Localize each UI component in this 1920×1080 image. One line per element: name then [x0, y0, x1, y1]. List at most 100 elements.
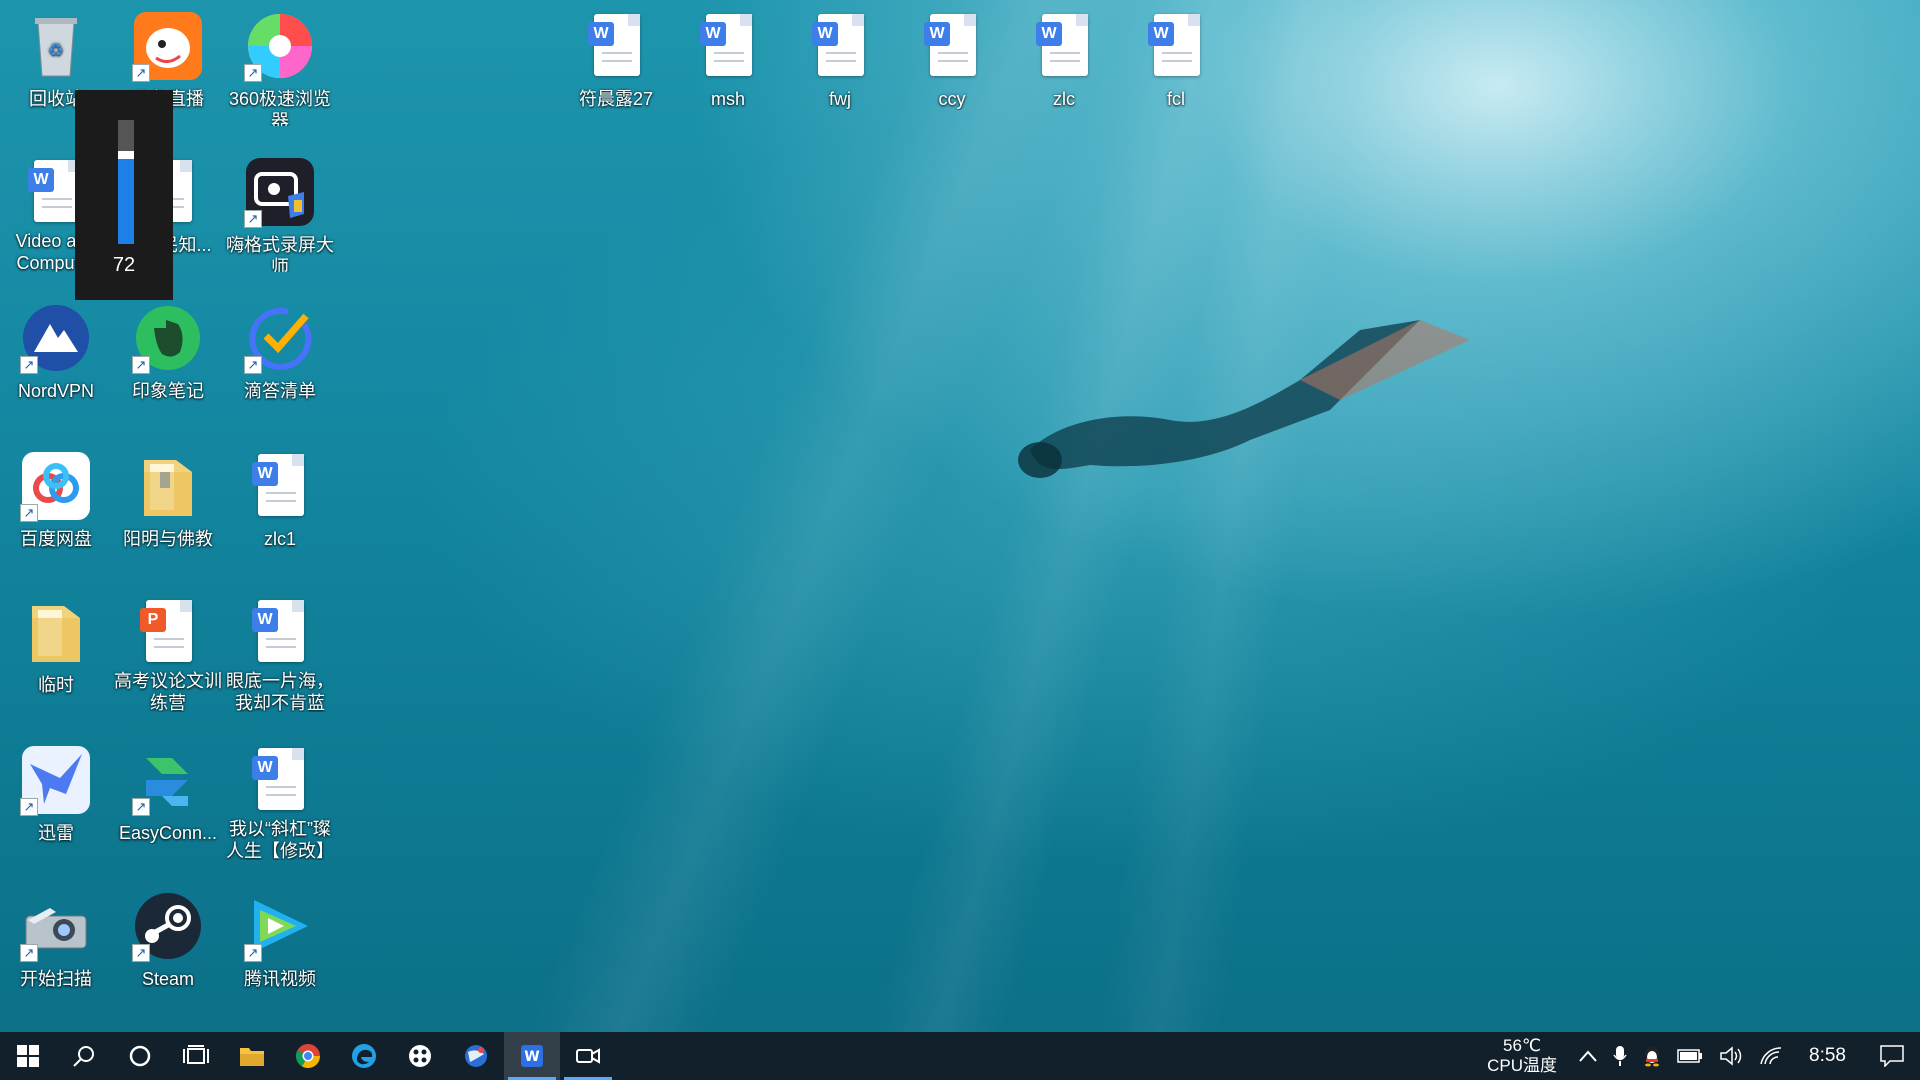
windows-logo-icon	[17, 1045, 39, 1067]
word-doc-icon: W	[804, 10, 876, 82]
clock[interactable]: 8:58	[1791, 1032, 1864, 1080]
word-doc-icon: W	[244, 450, 316, 522]
xunlei-icon: ↗	[20, 744, 92, 816]
icon-label: 印象笔记	[132, 381, 204, 401]
ticktick-icon: ↗	[244, 302, 316, 374]
icon-label: 腾讯视频	[244, 969, 316, 989]
icon-label: 迅雷	[38, 823, 74, 843]
chevron-up-icon	[1579, 1050, 1597, 1062]
desktop-icon-recorder[interactable]: ↗ 嗨格式录屏大师	[224, 152, 336, 272]
desktop-icon-easyconn[interactable]: ↗ EasyConn...	[112, 740, 224, 860]
word-doc-icon: W	[244, 596, 316, 664]
desktop-icon-scan[interactable]: ↗ 开始扫描	[0, 886, 112, 1006]
desktop-icon-fuchenlu[interactable]: W 符晨露27	[560, 6, 672, 126]
icon-label: EasyConn...	[118, 823, 218, 843]
show-hidden-icons-button[interactable]	[1571, 1032, 1605, 1080]
microphone-icon	[1613, 1045, 1627, 1067]
app-globe-icon	[464, 1044, 488, 1068]
task-view-button[interactable]	[168, 1032, 224, 1080]
desktop-icon-tencentvideo[interactable]: ↗ 腾讯视频	[224, 886, 336, 1006]
word-doc-icon: W	[692, 10, 764, 82]
cpu-temp-label: CPU温度	[1487, 1056, 1558, 1075]
desktop-icon-gaokao[interactable]: P 高考议论文训练营	[112, 592, 224, 712]
icon-label: 开始扫描	[20, 969, 92, 989]
desktop-icon-zlc1[interactable]: W zlc1	[224, 446, 336, 566]
taskbar-video-camera[interactable]	[560, 1032, 616, 1080]
app-dots-icon	[408, 1044, 432, 1068]
recycle-bin-icon: ♻	[20, 10, 92, 82]
douyu-icon: ↗	[132, 10, 204, 82]
volume-tray-button[interactable]	[1711, 1032, 1751, 1080]
desktop-icon-xiegang[interactable]: W 我以“斜杠”璨人生【修改】	[224, 740, 336, 860]
desktop-icon-ccy[interactable]: W ccy	[896, 6, 1008, 126]
volume-flyout[interactable]: 72	[75, 90, 173, 300]
shortcut-arrow-icon: ↗	[132, 944, 150, 962]
easyconnect-icon: ↗	[132, 744, 204, 816]
shortcut-arrow-icon: ↗	[132, 64, 150, 82]
taskbar-app-globe[interactable]	[448, 1032, 504, 1080]
shortcut-arrow-icon: ↗	[244, 210, 262, 228]
taskbar-file-explorer[interactable]	[224, 1032, 280, 1080]
folder-icon	[20, 596, 92, 668]
desktop-icon-steam[interactable]: ↗ Steam	[112, 886, 224, 1006]
search-button[interactable]	[56, 1032, 112, 1080]
action-center-button[interactable]	[1864, 1032, 1920, 1080]
taskbar-chrome[interactable]	[280, 1032, 336, 1080]
desktop-icon-xunlei[interactable]: ↗ 迅雷	[0, 740, 112, 860]
desktop-icon-zlc[interactable]: W zlc	[1008, 6, 1120, 126]
desktop-icon-yangming[interactable]: 阳明与佛教	[112, 446, 224, 566]
icon-label: msh	[710, 89, 745, 109]
word-doc-icon: W	[1028, 10, 1100, 82]
desktop-icon-fwj[interactable]: W fwj	[784, 6, 896, 126]
icon-label: zlc1	[263, 529, 296, 549]
cpu-temperature[interactable]: 56℃ CPU温度	[1473, 1032, 1571, 1080]
evernote-icon: ↗	[132, 302, 204, 374]
edge-icon	[351, 1043, 377, 1069]
desktop-icon-evernote[interactable]: ↗ 印象笔记	[112, 298, 224, 418]
desktop-icon-dida[interactable]: ↗ 滴答清单	[224, 298, 336, 418]
battery-tray-button[interactable]	[1669, 1032, 1711, 1080]
speaker-icon	[1719, 1046, 1743, 1066]
cortana-icon	[128, 1044, 152, 1068]
word-doc-icon: W	[580, 10, 652, 82]
icon-label: 360极速浏览器	[228, 89, 332, 126]
cpu-temp-value: 56℃	[1503, 1036, 1542, 1055]
scanner-icon: ↗	[20, 890, 92, 962]
cortana-button[interactable]	[112, 1032, 168, 1080]
icon-label: Steam	[141, 969, 195, 989]
icon-label: fcl	[1167, 89, 1185, 109]
icon-label: 百度网盘	[20, 529, 92, 549]
battery-icon	[1677, 1049, 1703, 1063]
icon-label: NordVPN	[17, 381, 95, 401]
word-doc-icon: W	[916, 10, 988, 82]
taskbar-edge[interactable]	[336, 1032, 392, 1080]
desktop-icon-msh[interactable]: W msh	[672, 6, 784, 126]
taskbar-app-dots[interactable]	[392, 1032, 448, 1080]
taskbar-wps-writer[interactable]: W	[504, 1032, 560, 1080]
desktop-icon-nordvpn[interactable]: ↗ NordVPN	[0, 298, 112, 418]
word-doc-icon: W	[1140, 10, 1212, 82]
microphone-tray-button[interactable]	[1605, 1032, 1635, 1080]
desktop-icon-linshi[interactable]: 临时	[0, 592, 112, 712]
icon-label: 眼底一片海，我却不肯蓝	[226, 671, 334, 712]
volume-slider-thumb[interactable]	[118, 151, 134, 159]
wifi-icon	[1759, 1046, 1783, 1066]
icon-label: 滴答清单	[244, 381, 316, 401]
start-button[interactable]	[0, 1032, 56, 1080]
desktop-icon-browser360[interactable]: ↗ 360极速浏览器	[224, 6, 336, 126]
network-tray-button[interactable]	[1751, 1032, 1791, 1080]
volume-level-fill	[118, 155, 134, 244]
desktop-icon-baidupan[interactable]: ↗ 百度网盘	[0, 446, 112, 566]
task-view-icon	[183, 1045, 209, 1067]
wps-writer-icon: W	[520, 1044, 544, 1068]
desktop-icon-yandi[interactable]: W 眼底一片海，我却不肯蓝	[224, 592, 336, 712]
browser-360-icon: ↗	[244, 10, 316, 82]
shortcut-arrow-icon: ↗	[20, 798, 38, 816]
file-explorer-icon	[239, 1045, 265, 1067]
video-camera-icon	[576, 1047, 600, 1065]
qq-penguin-icon	[1643, 1045, 1661, 1067]
icon-label: zlc	[1053, 89, 1075, 109]
icon-label: 嗨格式录屏大师	[226, 235, 334, 272]
qq-tray-button[interactable]	[1635, 1032, 1669, 1080]
desktop-icon-fcl[interactable]: W fcl	[1120, 6, 1232, 126]
